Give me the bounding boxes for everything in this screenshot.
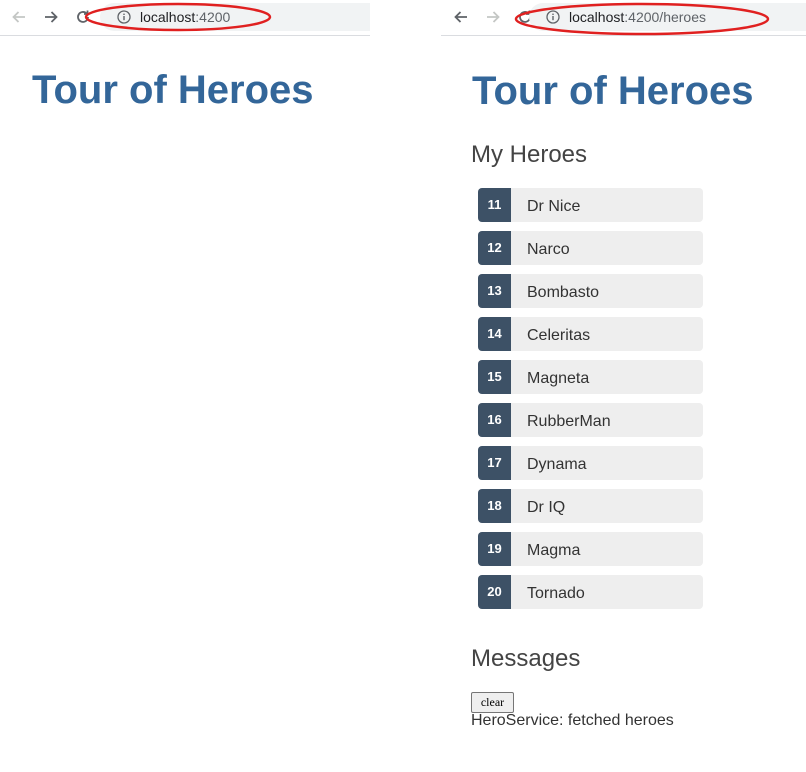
forward-arrow-icon[interactable] xyxy=(484,8,502,26)
back-arrow-icon[interactable] xyxy=(10,8,28,26)
url-path: :4200/heroes xyxy=(624,9,706,25)
forward-arrow-icon[interactable] xyxy=(42,8,60,26)
messages-heading: Messages xyxy=(471,645,581,672)
url-text[interactable]: localhost:4200 xyxy=(140,9,230,25)
app-title: Tour of Heroes xyxy=(32,68,314,112)
app-title: Tour of Heroes xyxy=(472,69,754,113)
url-path: :4200 xyxy=(195,9,231,25)
hero-name: Bombasto xyxy=(527,284,600,301)
hero-id-badge: 19 xyxy=(478,532,511,566)
hero-list-item[interactable]: 15 Magneta xyxy=(478,360,703,394)
hero-name: Dr IQ xyxy=(527,499,566,516)
url-host: localhost xyxy=(569,9,625,25)
hero-id-badge: 20 xyxy=(478,575,511,609)
hero-name: Tornado xyxy=(527,585,585,602)
url-host: localhost xyxy=(140,9,196,25)
info-icon[interactable] xyxy=(546,10,560,24)
hero-id-badge: 11 xyxy=(478,188,511,222)
hero-list-item[interactable]: 19 Magma xyxy=(478,532,703,566)
hero-list-item[interactable]: 18 Dr IQ xyxy=(478,489,703,523)
hero-list-item[interactable]: 12 Narco xyxy=(478,231,703,265)
hero-name: Narco xyxy=(527,241,570,258)
browser-toolbar: localhost:4200/heroes xyxy=(441,0,806,36)
back-arrow-icon[interactable] xyxy=(452,8,470,26)
hero-list-item[interactable]: 11 Dr Nice xyxy=(478,188,703,222)
hero-list-item[interactable]: 14 Celeritas xyxy=(478,317,703,351)
hero-list-item[interactable]: 16 RubberMan xyxy=(478,403,703,437)
hero-name: Celeritas xyxy=(527,327,591,344)
left-browser-window: localhost:4200 Tour of Heroes xyxy=(0,0,370,772)
url-text[interactable]: localhost:4200/heroes xyxy=(569,9,706,25)
hero-list-item[interactable]: 13 Bombasto xyxy=(478,274,703,308)
address-bar[interactable]: localhost:4200 xyxy=(100,3,370,31)
hero-name: Magma xyxy=(527,542,581,559)
browser-toolbar: localhost:4200 xyxy=(0,0,370,36)
hero-id-badge: 16 xyxy=(478,403,511,437)
hero-id-badge: 13 xyxy=(478,274,511,308)
hero-list-item[interactable]: 20 Tornado xyxy=(478,575,703,609)
right-browser-window: localhost:4200/heroes Tour of Heroes My … xyxy=(441,0,806,772)
hero-list-item[interactable]: 17 Dynama xyxy=(478,446,703,480)
message-text: HeroService: fetched heroes xyxy=(471,712,674,729)
address-bar[interactable]: localhost:4200/heroes xyxy=(529,3,806,31)
clear-button[interactable]: clear xyxy=(471,692,514,713)
hero-id-badge: 14 xyxy=(478,317,511,351)
hero-list: 11 Dr Nice 12 Narco 13 Bombasto 14 Celeritas 15 M… xyxy=(478,188,703,618)
hero-name: RubberMan xyxy=(527,413,611,430)
hero-id-badge: 18 xyxy=(478,489,511,523)
info-icon[interactable] xyxy=(117,10,131,24)
hero-name: Dynama xyxy=(527,456,587,473)
heroes-heading: My Heroes xyxy=(471,141,588,168)
hero-id-badge: 17 xyxy=(478,446,511,480)
reload-icon[interactable] xyxy=(74,8,92,26)
hero-id-badge: 12 xyxy=(478,231,511,265)
hero-name: Dr Nice xyxy=(527,198,581,215)
hero-id-badge: 15 xyxy=(478,360,511,394)
hero-name: Magneta xyxy=(527,370,590,387)
